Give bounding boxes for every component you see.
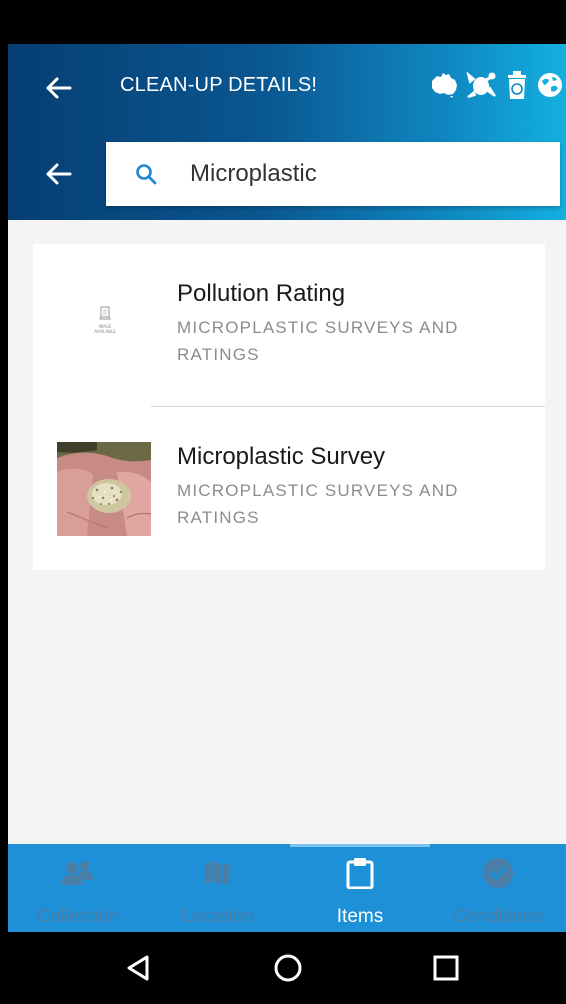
search-box[interactable] bbox=[106, 142, 560, 206]
tab-label: Location bbox=[182, 906, 254, 927]
tab-location[interactable]: Location bbox=[148, 844, 288, 932]
people-icon bbox=[61, 858, 95, 888]
tab-conditions[interactable]: Conditions bbox=[430, 844, 566, 932]
back-button[interactable] bbox=[38, 68, 78, 108]
results-area: IMAGE AVAILABLE Pollution Rating MICROPL… bbox=[8, 220, 566, 844]
tab-items[interactable]: Items bbox=[290, 844, 430, 932]
item-subtitle: MICROPLASTIC SURVEYS AND RATINGS bbox=[177, 318, 459, 364]
microplastics-photo bbox=[57, 442, 151, 536]
nav-recents-button[interactable] bbox=[426, 950, 466, 986]
globe-icon bbox=[536, 71, 564, 99]
tab-label: Conditions bbox=[453, 906, 543, 927]
item-title: Pollution Rating bbox=[177, 280, 346, 307]
back-triangle-icon bbox=[127, 955, 149, 981]
search-icon bbox=[134, 162, 158, 191]
search-bar bbox=[8, 132, 566, 220]
check-circle-icon bbox=[482, 858, 514, 888]
item-subtitle: MICROPLASTIC SURVEYS AND RATINGS bbox=[177, 481, 459, 527]
status-bar bbox=[0, 0, 566, 44]
australia-map-icon bbox=[429, 71, 459, 99]
list-item[interactable]: IMAGE AVAILABLE Pollution Rating MICROPL… bbox=[33, 244, 545, 407]
app-header: CLEAN-UP DETAILS! bbox=[8, 44, 566, 220]
results-list: IMAGE AVAILABLE Pollution Rating MICROPL… bbox=[33, 244, 545, 570]
nav-back-button[interactable] bbox=[118, 950, 158, 986]
tab-collection[interactable]: Collection bbox=[8, 844, 148, 932]
search-input[interactable] bbox=[190, 156, 530, 192]
arrow-left-icon bbox=[46, 77, 72, 99]
recycle-bin-icon bbox=[505, 70, 529, 100]
title-bar: CLEAN-UP DETAILS! bbox=[8, 44, 566, 132]
tab-label: Items bbox=[336, 906, 384, 927]
item-title: Microplastic Survey bbox=[177, 443, 386, 470]
system-nav-bar bbox=[8, 932, 566, 1004]
arrow-left-icon bbox=[46, 163, 72, 185]
list-item[interactable]: Microplastic Survey MICROPLASTIC SURVEYS… bbox=[33, 407, 545, 570]
image-placeholder-icon bbox=[99, 306, 111, 320]
no-image-text: IMAGE AVAILABLE bbox=[94, 324, 116, 334]
turtle-icon bbox=[466, 70, 498, 100]
tab-label: Collection bbox=[36, 906, 120, 927]
map-icon bbox=[205, 858, 231, 888]
home-circle-icon bbox=[274, 954, 302, 982]
brand-icons bbox=[429, 70, 564, 100]
recents-square-icon bbox=[433, 955, 459, 981]
search-back-button[interactable] bbox=[38, 154, 78, 194]
bottom-tab-bar: Collection Location Items Conditions bbox=[8, 844, 566, 932]
page-title: CLEAN-UP DETAILS! bbox=[120, 74, 318, 96]
nav-home-button[interactable] bbox=[268, 950, 308, 986]
no-image-thumbnail: IMAGE AVAILABLE bbox=[89, 306, 121, 350]
clipboard-icon bbox=[346, 858, 374, 889]
